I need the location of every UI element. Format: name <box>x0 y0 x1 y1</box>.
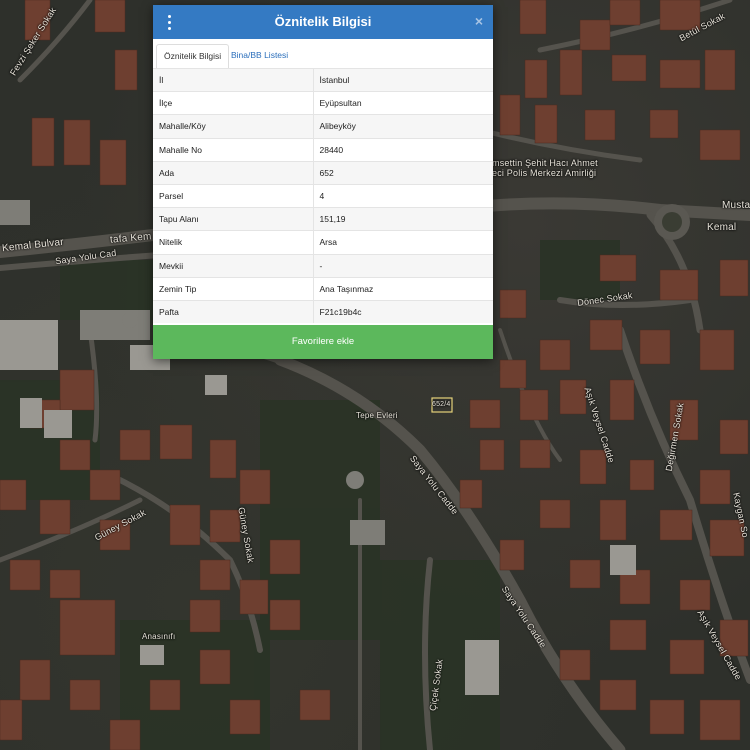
row-key: Zemin Tip <box>153 276 313 301</box>
table-row: İlçe Eyüpsultan <box>153 91 493 115</box>
row-key: Mahalle No <box>153 137 313 162</box>
row-key: Ada <box>153 160 313 185</box>
row-key: Nitelik <box>153 230 313 254</box>
row-value: F21c19b4c <box>312 299 493 324</box>
row-value: Arsa <box>312 230 493 254</box>
row-key: Pafta <box>153 299 313 324</box>
row-value: Eyüpsultan <box>312 91 493 115</box>
row-value: 151,19 <box>312 207 493 231</box>
attribute-table: İl İstanbul İlçe Eyüpsultan Mahalle/Köy Ali… <box>153 67 493 324</box>
row-value: - <box>312 253 493 278</box>
row-key: Mahalle/Köy <box>153 114 313 139</box>
table-row: Parsel 4 <box>153 183 493 208</box>
row-value: 652 <box>312 160 493 185</box>
row-key: Tapu Alanı <box>153 207 313 231</box>
dialog-tabs: Öznitelik Bilgisi Bina/BB Listesi <box>153 39 493 69</box>
tab-attribute-info[interactable]: Öznitelik Bilgisi <box>156 44 230 69</box>
table-row: Zemin Tip Ana Taşınmaz <box>153 276 493 301</box>
table-row: Ada 652 <box>153 160 493 185</box>
map-label-mustafa: Musta <box>722 200 750 211</box>
dialog-title: Öznitelik Bilgisi <box>274 14 372 29</box>
row-value: İstanbul <box>312 67 493 92</box>
row-value: Alibeyköy <box>312 114 493 139</box>
row-key: İlçe <box>153 91 313 115</box>
map-label-police-2: eci Polis Merkezi Amirliği <box>492 168 597 178</box>
row-value: 4 <box>312 183 493 208</box>
map-label-kemal-right: Kemal <box>707 222 737 233</box>
table-row: Tapu Alanı 151,19 <box>153 207 493 231</box>
table-row: Pafta F21c19b4c <box>153 299 493 324</box>
table-row: Mevkii - <box>153 253 493 278</box>
row-value: 28440 <box>312 137 493 162</box>
map-label-parcel[interactable]: 652/4 <box>432 401 451 408</box>
row-key: Parsel <box>153 183 313 208</box>
map-label-anasinifi: Anasınıfı <box>142 632 176 641</box>
attribute-info-dialog: Öznitelik Bilgisi × Öznitelik Bilgisi Bi… <box>153 5 493 359</box>
row-key: İl <box>153 67 313 92</box>
row-value: Ana Taşınmaz <box>312 276 493 301</box>
tab-building-list[interactable]: Bina/BB Listesi <box>224 44 295 67</box>
map-label-tepe-evleri: Tepe Evleri <box>356 411 398 420</box>
row-key: Mevkii <box>153 253 313 278</box>
table-row: Mahalle/Köy Alibeyköy <box>153 114 493 139</box>
map-label-police-1: msettin Şehit Hacı Ahmet <box>492 158 598 168</box>
add-to-favorites-button[interactable]: Favorilere ekle <box>153 325 493 359</box>
dialog-header: Öznitelik Bilgisi × <box>153 5 493 39</box>
table-row: Nitelik Arsa <box>153 230 493 254</box>
table-row: İl İstanbul <box>153 67 493 92</box>
table-row: Mahalle No 28440 <box>153 137 493 162</box>
close-icon[interactable]: × <box>475 13 483 29</box>
